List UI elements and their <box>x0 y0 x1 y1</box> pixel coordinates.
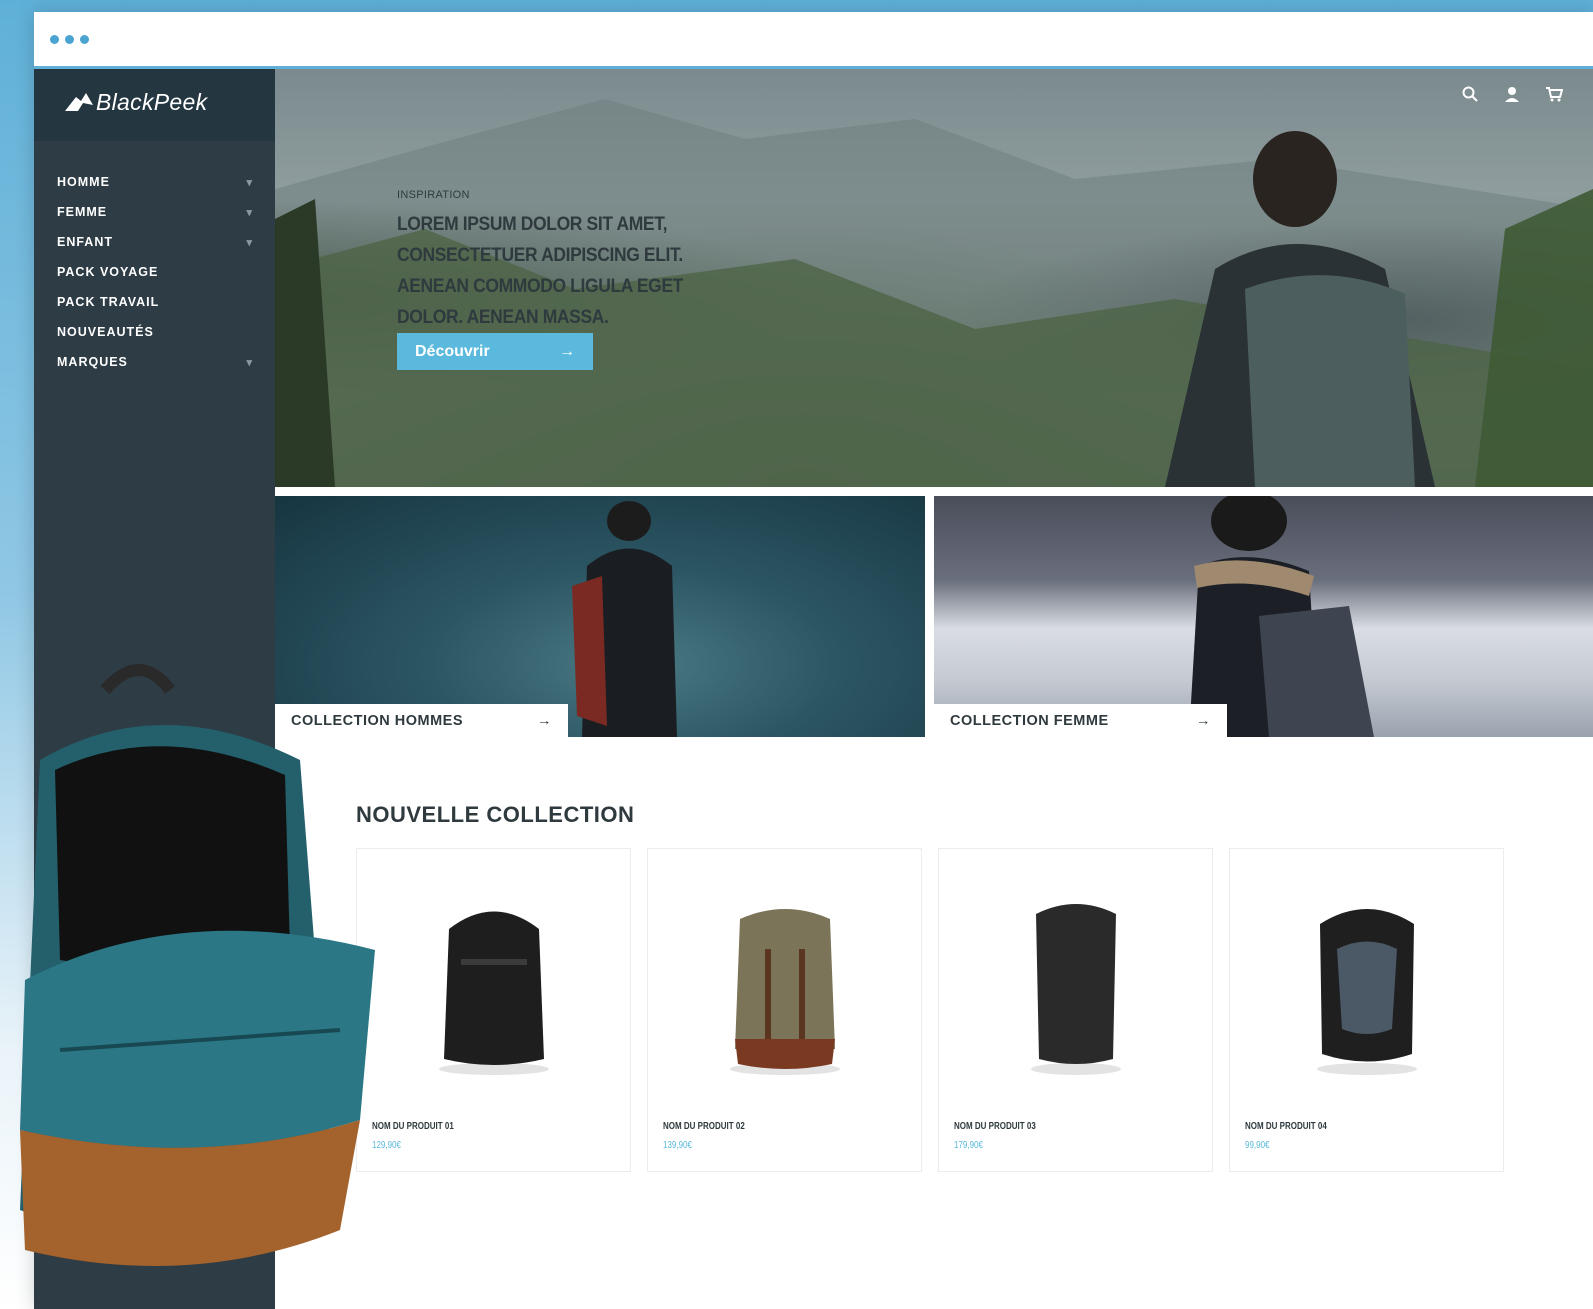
hero-kicker: INSPIRATION <box>397 189 470 201</box>
nav-item-label: ENFANT <box>57 235 113 249</box>
product-name: NOM DU PRODUIT 03 <box>954 1121 1036 1132</box>
window-dot-icon[interactable] <box>65 35 74 44</box>
nav-item-pack-voyage[interactable]: PACK VOYAGE <box>34 257 275 287</box>
nav-item-label: FEMME <box>57 205 108 219</box>
discover-button-label: Découvrir <box>415 342 490 360</box>
window-controls <box>50 35 89 44</box>
collection-men-figure <box>572 501 677 737</box>
window-dot-icon[interactable] <box>50 35 59 44</box>
product-name: NOM DU PRODUIT 02 <box>663 1121 745 1132</box>
product-card[interactable]: NOM DU PRODUIT 04 99,90€ <box>1229 848 1504 1172</box>
collection-women-label: COLLECTION FEMME <box>950 712 1109 729</box>
hero-title: LOREM IPSUM DOLOR SIT AMET, CONSECTETUER… <box>397 214 683 328</box>
chevron-down-icon: ▾ <box>246 176 253 189</box>
collection-women-link[interactable]: COLLECTION FEMME → <box>934 704 1227 737</box>
nav-item-nouveautes[interactable]: NOUVEAUTÉS <box>34 317 275 347</box>
nav-item-label: HOMME <box>57 175 110 189</box>
nav-item-pack-travail[interactable]: PACK TRAVAIL <box>34 287 275 317</box>
product-card[interactable]: NOM DU PRODUIT 02 139,90€ <box>647 848 922 1172</box>
bird-logo-icon <box>65 93 93 111</box>
nav-item-homme[interactable]: HOMME ▾ <box>34 167 275 197</box>
product-card[interactable]: NOM DU PRODUIT 03 179,90€ <box>938 848 1213 1172</box>
brand-name: BlackPeek <box>96 89 208 115</box>
logo[interactable]: BlackPeek <box>34 69 275 141</box>
window-dot-icon[interactable] <box>80 35 89 44</box>
hero-banner: INSPIRATION LOREM IPSUM DOLOR SIT AMET, … <box>275 69 1593 487</box>
nav-item-femme[interactable]: FEMME ▾ <box>34 197 275 227</box>
product-name: NOM DU PRODUIT 04 <box>1245 1121 1327 1132</box>
nav-item-label: NOUVEAUTÉS <box>57 325 154 339</box>
product-card[interactable]: NOM DU PRODUIT 01 129,90€ <box>356 848 631 1172</box>
backpack-image <box>439 911 549 1075</box>
discover-button[interactable]: Découvrir → <box>397 333 593 370</box>
arrow-right-icon: → <box>559 342 575 360</box>
product-price: 139,90€ <box>663 1140 692 1151</box>
chevron-down-icon: ▾ <box>246 206 253 219</box>
product-price: 99,90€ <box>1245 1140 1270 1151</box>
backpack-image <box>730 909 840 1075</box>
nav-item-label: MARQUES <box>57 355 128 369</box>
chevron-down-icon: ▾ <box>246 356 253 369</box>
backpack-image <box>1031 904 1121 1075</box>
browser-topbar <box>34 12 1593 69</box>
collection-women-banner[interactable]: COLLECTION FEMME → <box>934 496 1593 737</box>
chevron-down-icon: ▾ <box>246 236 253 249</box>
arrow-right-icon: → <box>537 712 552 729</box>
nav-item-marques[interactable]: MARQUES ▾ <box>34 347 275 377</box>
user-icon[interactable] <box>1503 85 1521 103</box>
product-price: 179,90€ <box>954 1140 983 1151</box>
teal-backpack-illustration <box>20 664 375 1266</box>
new-collection-title: NOUVELLE COLLECTION <box>356 802 635 827</box>
collection-women-figure <box>1189 496 1374 737</box>
header-icons <box>1461 85 1563 103</box>
cart-icon[interactable] <box>1545 85 1563 103</box>
product-grid: NOM DU PRODUIT 01 129,90€ NOM DU PRODUIT… <box>356 848 1504 1172</box>
search-icon[interactable] <box>1461 85 1479 103</box>
arrow-right-icon: → <box>1196 712 1211 729</box>
backpack-image <box>1317 909 1417 1075</box>
hiker-figure <box>1165 131 1435 487</box>
nav-item-enfant[interactable]: ENFANT ▾ <box>34 227 275 257</box>
nav-item-label: PACK VOYAGE <box>57 265 159 279</box>
nav-item-label: PACK TRAVAIL <box>57 295 160 309</box>
main-nav: HOMME ▾ FEMME ▾ ENFANT ▾ PACK VOYAGE PAC… <box>34 167 275 377</box>
